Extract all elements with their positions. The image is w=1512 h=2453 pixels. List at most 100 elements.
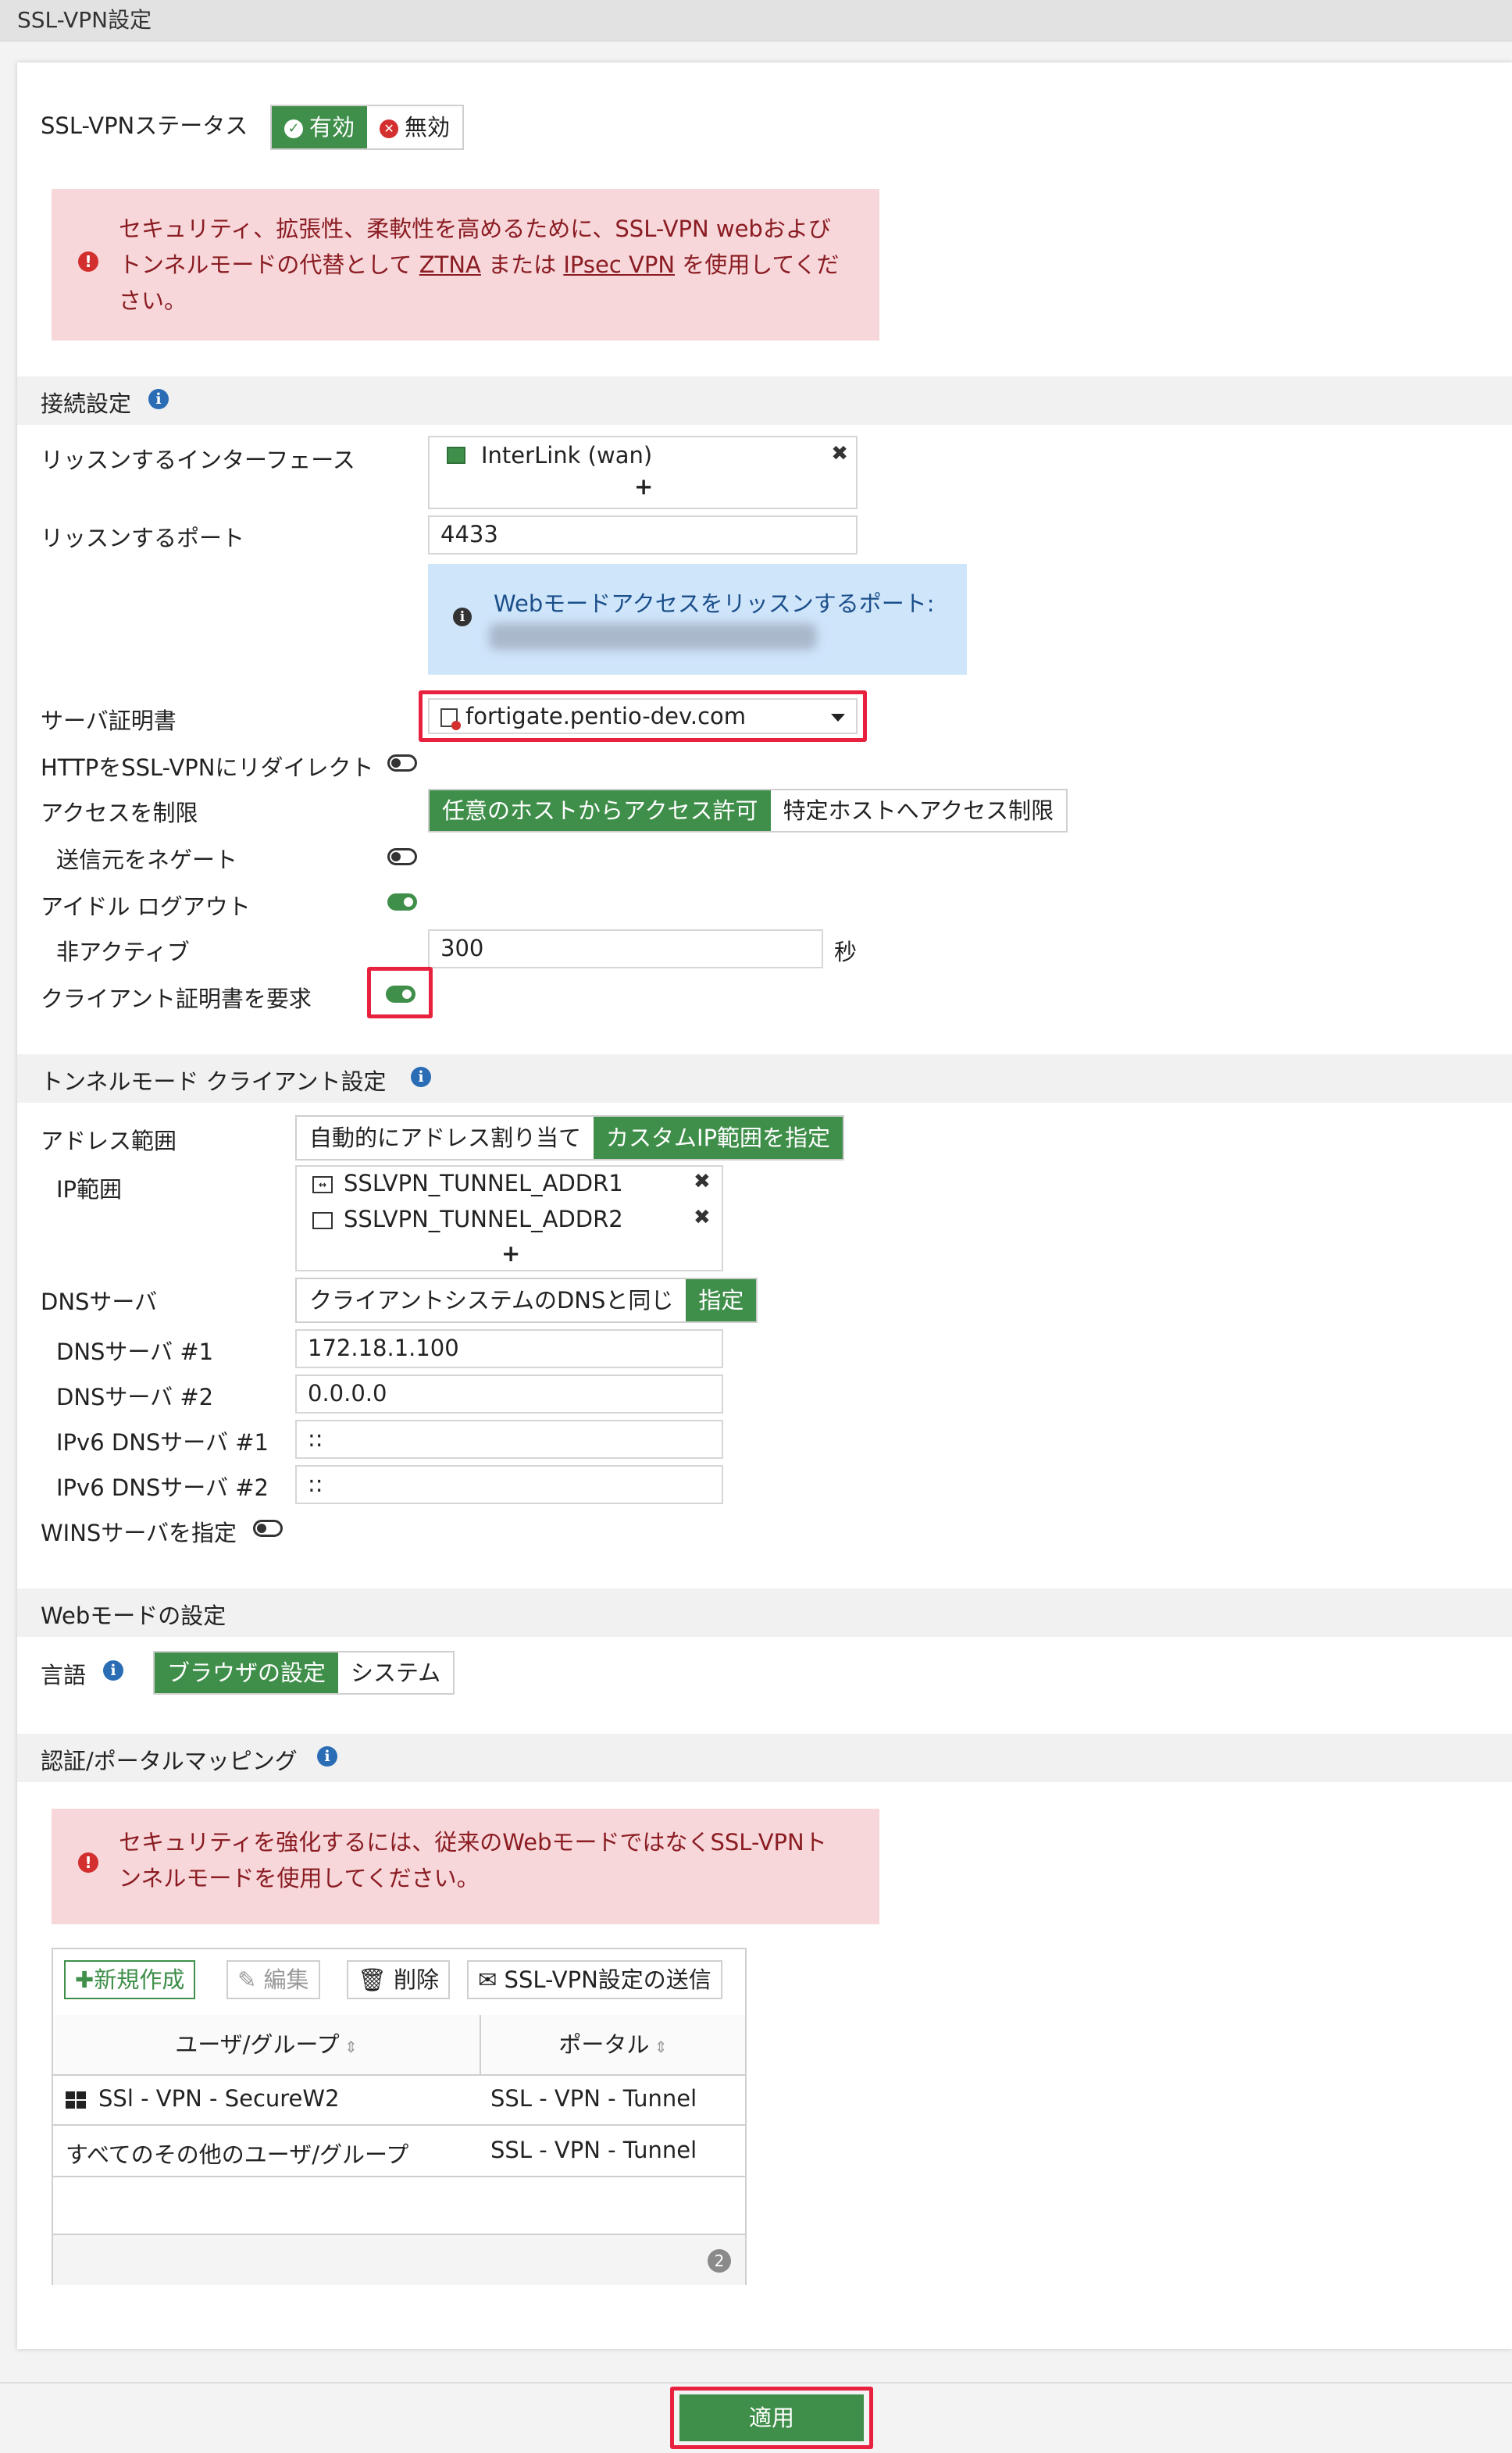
server-cert-select[interactable]: fortigate.pentio-dev.com	[428, 698, 858, 734]
page-header: SSL-VPN設定	[0, 0, 1512, 41]
edit-button[interactable]: ✎ 編集	[226, 1960, 320, 1999]
limit-specific-host-button[interactable]: 特定ホストへアクセス制限	[771, 790, 1067, 831]
web-mode-section-header: Webモードの設定	[17, 1588, 1512, 1637]
envelope-icon: ✉	[478, 1966, 505, 1993]
address-range-segment: 自動的にアドレス割り当て カスタムIP範囲を指定	[295, 1115, 845, 1161]
web-port-info-text: Webモードアクセスをリッスンするポート:	[494, 590, 935, 617]
address-list-icon	[312, 1212, 333, 1229]
dns-specify-button[interactable]: 指定	[686, 1279, 757, 1321]
user-cell: SSl - VPN - SecureW2	[98, 2085, 340, 2112]
sort-icon: ⇕	[339, 2038, 358, 2056]
info-icon[interactable]: i	[148, 389, 169, 409]
status-enabled-button[interactable]: ✓ 有効	[272, 106, 368, 148]
dns2-label: DNSサーバ #2	[56, 1384, 214, 1410]
require-client-cert-toggle[interactable]	[386, 986, 415, 1003]
table-toolbar: ✚新規作成 ✎ 編集 🗑 削除 ✉ SSL-VPN設定の送信	[53, 1949, 745, 2016]
portal-cell[interactable]: SSL - VPN - Tunnel	[490, 2085, 697, 2112]
pencil-icon: ✎	[237, 1966, 264, 1993]
info-icon: i	[453, 608, 472, 626]
lang-system-button[interactable]: システム	[338, 1653, 453, 1693]
access-restrict-label: アクセスを制限	[41, 800, 198, 826]
inactive-timeout-input[interactable]: 300	[428, 929, 823, 968]
wins-label: WINSサーバを指定	[41, 1520, 237, 1546]
idle-logout-toggle[interactable]	[387, 893, 417, 911]
web-port-info-box: i Webモードアクセスをリッスンするポート:	[428, 564, 967, 675]
table-header: ユーザ/グループ ⇕ ポータル ⇕	[53, 2015, 745, 2076]
alert-line: トンネルモードの代替として ZTNA または IPsec VPN を使用してくだ	[119, 251, 840, 278]
ip-range-entry: SSLVPN_TUNNEL_ADDR2	[344, 1206, 623, 1232]
ip-range-label: IP範囲	[56, 1176, 123, 1203]
dns1-label: DNSサーバ #1	[56, 1339, 214, 1365]
mapping-table: ✚新規作成 ✎ 編集 🗑 削除 ✉ SSL-VPN設定の送信 ユーザ/グループ …	[52, 1948, 747, 2285]
remove-icon[interactable]: ✖	[831, 442, 848, 465]
column-header-user[interactable]: ユーザ/グループ ⇕	[53, 2015, 481, 2074]
table-row[interactable]: すべてのその他のユーザ/グループ SSL - VPN - Tunnel	[53, 2124, 745, 2177]
negate-source-label: 送信元をネゲート	[56, 847, 238, 873]
ipv6-dns2-input[interactable]: ::	[295, 1465, 723, 1504]
certificate-icon	[440, 708, 461, 730]
ztna-alert: ! セキュリティ、拡張性、柔軟性を高めるために、SSL-VPN webおよび ト…	[52, 189, 879, 340]
wins-toggle[interactable]	[253, 1520, 283, 1537]
http-redirect-toggle[interactable]	[387, 754, 417, 772]
listen-interface-field[interactable]: InterLink (wan) ✖ +	[428, 436, 858, 509]
remove-icon[interactable]: ✖	[694, 1170, 711, 1193]
auto-assign-button[interactable]: 自動的にアドレス割り当て	[297, 1117, 594, 1159]
idle-logout-label: アイドル ログアウト	[41, 893, 251, 920]
remove-icon[interactable]: ✖	[694, 1206, 711, 1229]
ipv6-dns1-input[interactable]: ::	[295, 1420, 723, 1459]
alert-line: セキュリティ、拡張性、柔軟性を高めるために、SSL-VPN webおよび	[119, 216, 831, 242]
row-count-badge: 2	[708, 2249, 731, 2273]
auth-portal-section-header: 認証/ポータルマッピング i	[17, 1734, 1512, 1782]
apply-button[interactable]: 適用	[679, 2394, 864, 2441]
info-icon[interactable]: i	[411, 1067, 431, 1087]
list-item: SSLVPN_TUNNEL_ADDR2 ✖	[297, 1203, 722, 1239]
section-title: Webモードの設定	[41, 1603, 226, 1629]
send-config-button[interactable]: ✉ SSL-VPN設定の送信	[467, 1960, 722, 1999]
listen-port-input[interactable]: 4433	[428, 515, 858, 554]
listen-interface-label: リッスンするインターフェース	[41, 447, 355, 473]
column-header-portal[interactable]: ポータル ⇕	[481, 2015, 745, 2074]
dns2-input[interactable]: 0.0.0.0	[295, 1374, 723, 1414]
page-title: SSL-VPN設定	[17, 7, 152, 33]
negate-source-toggle[interactable]	[387, 848, 417, 865]
check-circle-icon: ✓	[284, 119, 303, 138]
alert-line: セキュリティを強化するには、従来のWebモードではなくSSL-VPNト	[119, 1829, 827, 1856]
trash-icon: 🗑	[358, 1966, 394, 1993]
delete-button[interactable]: 🗑 削除	[347, 1960, 451, 1999]
inactive-unit-label: 秒	[834, 939, 858, 965]
ip-range-field[interactable]: ↔ SSLVPN_TUNNEL_ADDR1 ✖ SSLVPN_TUNNEL_AD…	[295, 1165, 723, 1271]
interface-entry: InterLink (wan)	[481, 442, 653, 469]
dns1-input[interactable]: 172.18.1.100	[295, 1329, 723, 1368]
require-client-cert-label: クライアント証明書を要求	[41, 986, 312, 1012]
sort-icon: ⇕	[649, 2038, 668, 2056]
ztna-link[interactable]: ZTNA	[419, 251, 481, 278]
status-disabled-button[interactable]: ✕ 無効	[367, 106, 462, 148]
section-title: 接続設定	[41, 390, 132, 417]
table-row[interactable]: SSl - VPN - SecureW2 SSL - VPN - Tunnel	[53, 2074, 745, 2126]
access-restrict-segment: 任意のホストからアクセス許可 特定ホストへアクセス制限	[428, 789, 1068, 833]
plus-icon: ✚	[75, 1966, 94, 1993]
info-icon[interactable]: i	[103, 1660, 123, 1681]
allow-any-host-button[interactable]: 任意のホストからアクセス許可	[430, 790, 771, 831]
ipsec-vpn-link[interactable]: IPsec VPN	[563, 251, 675, 278]
ipv6-dns1-label: IPv6 DNSサーバ #1	[56, 1429, 269, 1456]
error-icon: !	[78, 1852, 98, 1873]
alert-line: さい。	[119, 287, 187, 314]
new-button[interactable]: ✚新規作成	[64, 1960, 196, 1999]
dns-server-label: DNSサーバ	[41, 1289, 158, 1315]
dns-same-as-client-button[interactable]: クライアントシステムのDNSと同じ	[297, 1279, 686, 1321]
web-mode-alert: ! セキュリティを強化するには、従来のWebモードではなくSSL-VPNト ンネ…	[52, 1809, 879, 1924]
add-icon[interactable]: +	[501, 1240, 520, 1267]
server-cert-label: サーバ証明書	[41, 708, 177, 734]
connection-section-header: 接続設定 i	[17, 376, 1512, 425]
portal-cell: SSL - VPN - Tunnel	[490, 2137, 697, 2163]
tunnel-section-header: トンネルモード クライアント設定 i	[17, 1054, 1512, 1103]
network-port-icon	[447, 447, 465, 464]
error-icon: !	[78, 251, 98, 272]
lang-browser-button[interactable]: ブラウザの設定	[155, 1653, 339, 1693]
list-item: ↔ SSLVPN_TUNNEL_ADDR1 ✖	[297, 1167, 722, 1203]
info-icon[interactable]: i	[317, 1746, 337, 1767]
custom-ip-range-button[interactable]: カスタムIP範囲を指定	[594, 1117, 843, 1159]
add-icon[interactable]: +	[634, 473, 653, 500]
alert-line: ンネルモードを使用してください。	[119, 1865, 480, 1891]
